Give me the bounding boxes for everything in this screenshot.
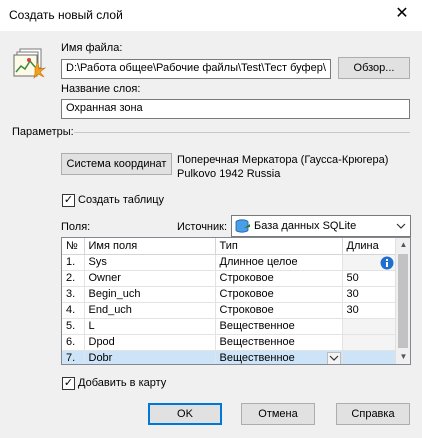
cancel-button[interactable]: Отмена [241,403,315,425]
scroll-up-icon[interactable]: ▲ [396,238,410,252]
field-length-cell[interactable]: 30 [342,286,398,303]
type-dropdown-button[interactable] [326,351,341,364]
table-row[interactable]: 6. Dpod Вещественное [62,334,398,351]
row-number: 7. [62,350,85,364]
coordinate-system-name: Поперечная Меркатора (Гаусса-Крюгера) [177,154,389,166]
column-header-type[interactable]: Тип [215,238,343,255]
scrollbar-thumb[interactable] [398,254,408,348]
source-label: Источник: [177,221,228,233]
fields-table: № Имя поля Тип Длина 1. Sys Длинное цело… [61,237,411,365]
field-length-cell[interactable]: 50 [342,270,398,287]
row-number: 5. [62,318,85,335]
row-number: 3. [62,286,85,303]
row-number: 2. [62,270,85,287]
field-type-cell[interactable]: Вещественное [215,318,343,335]
ok-button[interactable]: OK [148,403,222,425]
field-type-cell[interactable]: Строковое [215,270,343,287]
info-icon[interactable] [380,256,394,269]
coordinate-system-datum: Pulkovo 1942 Russia [177,168,281,180]
field-name-cell[interactable]: Begin_uch [84,286,216,303]
field-length-cell[interactable] [342,254,398,271]
field-type-cell[interactable]: Вещественное [215,350,343,364]
field-length-cell[interactable] [342,318,398,335]
layer-icon [13,48,47,80]
row-number: 6. [62,334,85,351]
coordinate-system-button[interactable]: Система координат [61,153,172,175]
table-row[interactable]: 4. End_uch Строковое 30 [62,302,398,319]
table-row-selected[interactable]: 7. Dobr Вещественное [62,350,398,364]
field-name-cell[interactable]: Dobr [84,350,216,364]
file-name-input[interactable]: D:\Работа общее\Рабочие файлы\Test\Тест … [61,59,331,79]
create-table-label: Создать таблицу [78,194,165,206]
field-type-value: Вещественное [219,352,295,364]
row-number: 1. [62,254,85,271]
scroll-down-icon[interactable]: ▼ [396,350,410,364]
field-type-cell[interactable]: Вещественное [215,334,343,351]
field-type-cell[interactable]: Строковое [215,286,343,303]
column-header-length[interactable]: Длина [342,238,398,255]
file-name-label: Имя файла: [61,42,123,54]
field-length-cell[interactable]: 30 [342,302,398,319]
title-bar: Создать новый слой ✕ [0,0,422,31]
help-button[interactable]: Справка [336,403,410,425]
parameters-separator [74,132,410,133]
chevron-down-icon [329,355,338,361]
column-header-number[interactable]: № [62,238,85,255]
field-type-cell[interactable]: Строковое [215,302,343,319]
table-row[interactable]: 1. Sys Длинное целое [62,254,398,271]
database-icon [235,219,251,234]
add-to-map-label: Добавить в карту [78,377,167,389]
field-name-cell[interactable]: Sys [84,254,216,271]
browse-button[interactable]: Обзор... [338,57,410,79]
table-row[interactable]: 2. Owner Строковое 50 [62,270,398,287]
layer-name-label: Название слоя: [61,83,141,95]
field-name-cell[interactable]: Owner [84,270,216,287]
parameters-label: Параметры: [12,126,74,138]
field-name-cell[interactable]: L [84,318,216,335]
field-length-cell[interactable] [342,350,398,364]
chevron-down-icon [396,220,406,232]
table-header-row: № Имя поля Тип Длина [62,238,398,255]
close-icon[interactable]: ✕ [391,4,413,26]
field-length-cell[interactable] [342,334,398,351]
source-select[interactable]: База данных SQLite [231,215,411,237]
add-to-map-checkbox[interactable]: ✓ [62,377,75,390]
layer-name-input[interactable]: Охранная зона [61,99,410,119]
fields-label: Поля: [61,221,91,233]
field-name-cell[interactable]: Dpod [84,334,216,351]
column-header-field-name[interactable]: Имя поля [84,238,216,255]
source-select-value: База данных SQLite [254,220,357,232]
field-type-cell[interactable]: Длинное целое [215,254,343,271]
row-number: 4. [62,302,85,319]
table-row[interactable]: 5. L Вещественное [62,318,398,335]
window-title: Создать новый слой [9,8,123,22]
field-name-cell[interactable]: End_uch [84,302,216,319]
create-table-checkbox[interactable]: ✓ [62,194,75,207]
vertical-scrollbar[interactable]: ▲ ▼ [395,238,410,364]
table-row[interactable]: 3. Begin_uch Строковое 30 [62,286,398,303]
